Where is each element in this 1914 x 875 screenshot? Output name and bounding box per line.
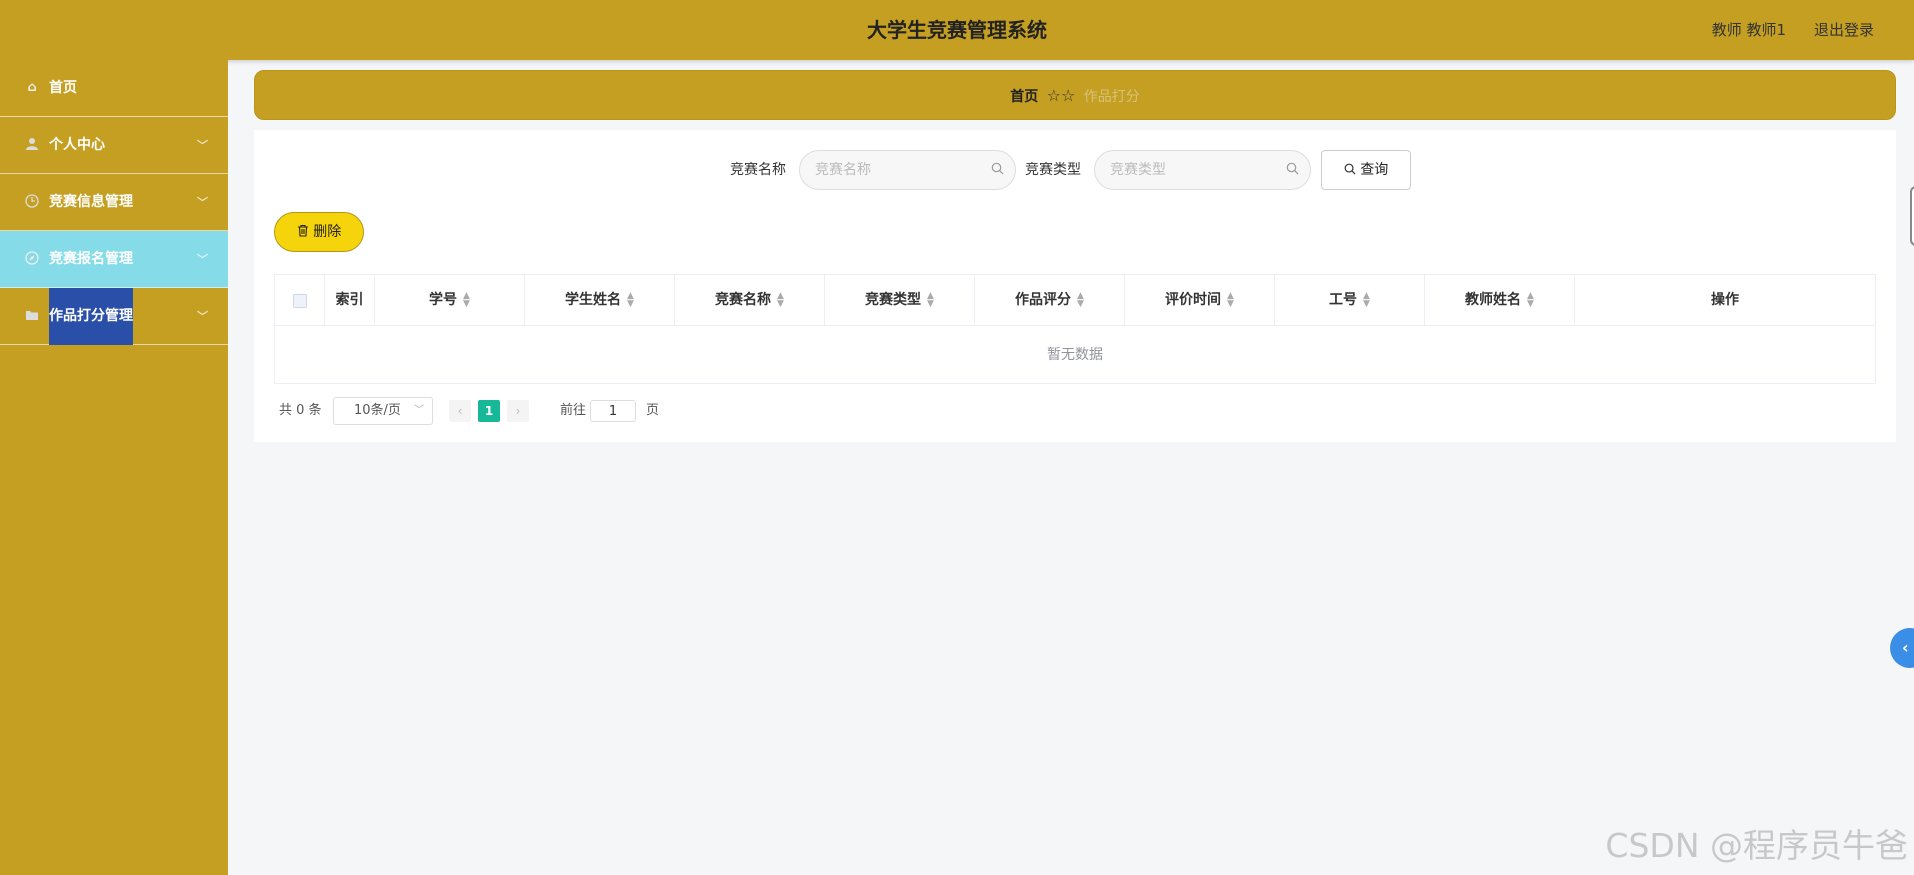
sidebar-item-label: 个人中心 — [49, 137, 105, 153]
column-header[interactable]: 竞赛名称 ▲ ▼ — [675, 275, 825, 326]
breadcrumb-current: 作品打分 — [1083, 89, 1140, 105]
sidebar-item-competition-info[interactable]: 竞赛信息管理 ﹀ — [0, 174, 228, 231]
column-header[interactable]: 作品评分 ▲ ▼ — [975, 275, 1125, 326]
next-page-button[interactable]: › — [507, 400, 529, 422]
search-icon — [1344, 162, 1360, 178]
sort-icon[interactable]: ▲ ▼ — [927, 292, 934, 309]
star-icon: ☆☆ — [1046, 86, 1076, 105]
sidebar-item-label: 首页 — [49, 80, 77, 96]
sort-icon[interactable]: ▲ ▼ — [777, 292, 784, 309]
delete-button-label: 删除 — [313, 224, 342, 240]
query-button-label: 查询 — [1360, 162, 1389, 178]
delete-button[interactable]: 删除 — [274, 212, 364, 252]
sort-icon[interactable]: ▲ ▼ — [1527, 292, 1534, 309]
trash-icon — [297, 224, 313, 240]
competition-name-label: 竞赛名称 — [730, 162, 786, 178]
breadcrumb-home[interactable]: 首页 — [1010, 89, 1038, 105]
chevron-down-icon: ﹀ — [197, 196, 208, 209]
sidebar-item-competition-signup[interactable]: 竞赛报名管理 ﹀ — [0, 231, 228, 288]
top-bar: 大学生竞赛管理系统 教师 教师1 退出登录 — [0, 0, 1914, 60]
compass-icon — [24, 251, 40, 267]
chevron-down-icon: ﹀ — [197, 310, 208, 323]
search-icon — [1286, 162, 1300, 176]
main-panel: 竞赛名称 竞赛类型 查询 删除 索引 学号▲▼ 学生姓名▲▼ 竞赛名称▲▼ 竞赛… — [254, 130, 1896, 442]
sidebar-item-work-scoring[interactable]: 作品打分管理 ﹀ — [0, 288, 228, 345]
search-icon — [991, 162, 1005, 176]
sort-icon[interactable]: ▲ ▼ — [1363, 292, 1370, 309]
breadcrumb: 首页 ☆☆ 作品打分 — [254, 70, 1896, 120]
select-all-cell — [275, 275, 325, 326]
sort-icon[interactable]: ▲ ▼ — [1077, 292, 1084, 309]
page-size-select[interactable]: 10条/页 ﹀ — [333, 397, 433, 425]
app-title: 大学生竞赛管理系统 — [867, 18, 1047, 42]
watermark: CSDN @程序员牛爸 — [1605, 826, 1908, 865]
page-unit-label: 页 — [646, 403, 660, 418]
sidebar: ⌂ 首页 个人中心 ﹀ 竞赛信息管理 ﹀ 竞赛报名管理 ﹀ 作品打分管理 ﹀ — [0, 60, 228, 875]
page-number[interactable]: 1 — [478, 400, 500, 422]
folder-icon — [24, 308, 40, 324]
competition-type-input[interactable] — [1094, 150, 1311, 190]
sidebar-item-label: 竞赛信息管理 — [49, 194, 133, 210]
sort-icon[interactable]: ▲ ▼ — [627, 292, 634, 309]
query-button[interactable]: 查询 — [1321, 150, 1411, 190]
competition-type-label: 竞赛类型 — [1025, 162, 1081, 178]
column-header[interactable]: 评价时间 ▲ ▼ — [1125, 275, 1275, 326]
data-table: 索引 学号 ▲ ▼ 学生姓名 ▲ ▼ 竞赛名称 ▲ ▼ 竞赛类型 ▲ ▼ 作品评分 ▲ ▼ 评价时间… — [274, 274, 1876, 384]
chevron-left-icon[interactable]: ‹ — [1890, 628, 1914, 668]
chevron-down-icon: ﹀ — [197, 139, 208, 152]
column-header[interactable]: 工号 ▲ ▼ — [1275, 275, 1425, 326]
column-header[interactable]: 竞赛类型 ▲ ▼ — [825, 275, 975, 326]
table-header: 索引 学号 ▲ ▼ 学生姓名 ▲ ▼ 竞赛名称 ▲ ▼ 竞赛类型 ▲ ▼ 作品评分 ▲ ▼ 评价时间… — [275, 275, 1875, 326]
current-user: 教师 教师1 — [1711, 21, 1786, 39]
competition-name-input[interactable] — [799, 150, 1016, 190]
sort-icon[interactable]: ▲ ▼ — [1227, 292, 1234, 309]
chevron-down-icon: ﹀ — [414, 405, 424, 416]
select-all-checkbox[interactable] — [293, 294, 307, 308]
side-drawer-handle[interactable] — [1910, 186, 1914, 246]
column-header[interactable]: 学号 ▲ ▼ — [375, 275, 525, 326]
sort-icon[interactable]: ▲ ▼ — [463, 292, 470, 309]
home-icon: ⌂ — [27, 80, 37, 95]
prev-page-button[interactable]: ‹ — [449, 400, 471, 422]
goto-label: 前往 — [560, 403, 587, 418]
empty-state: 暂无数据 — [1047, 347, 1103, 363]
column-header[interactable]: 学生姓名 ▲ ▼ — [525, 275, 675, 326]
clock-icon — [24, 194, 40, 210]
sidebar-item-label: 作品打分管理 — [49, 308, 133, 324]
chevron-down-icon: ﹀ — [197, 253, 208, 266]
user-icon — [24, 137, 40, 153]
total-count: 共 0 条 — [279, 403, 322, 418]
column-header[interactable]: 教师姓名 ▲ ▼ — [1425, 275, 1575, 326]
column-header: 操作 — [1711, 292, 1739, 308]
goto-page-input[interactable] — [590, 400, 636, 422]
sidebar-item-home[interactable]: ⌂ 首页 — [0, 60, 228, 117]
logout-link[interactable]: 退出登录 — [1814, 0, 1874, 60]
sidebar-item-label: 竞赛报名管理 — [49, 251, 133, 267]
column-header: 索引 — [325, 275, 375, 326]
sidebar-item-personal-center[interactable]: 个人中心 ﹀ — [0, 117, 228, 174]
